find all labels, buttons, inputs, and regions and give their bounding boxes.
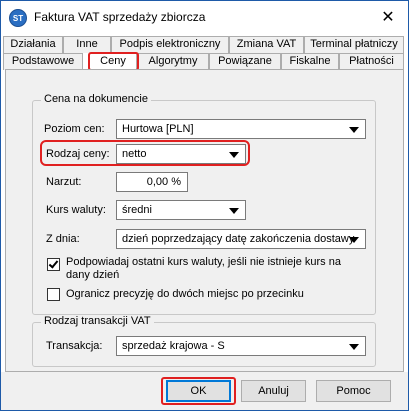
- tab-fiskalne[interactable]: Fiskalne: [281, 53, 339, 70]
- price-level-label: Poziom cen:: [44, 123, 105, 135]
- transaction-value: sprzedaż krajowa - S: [122, 340, 225, 352]
- tab-zmiana-vat[interactable]: Zmiana VAT: [229, 36, 304, 53]
- chevron-down-icon: [229, 152, 239, 158]
- vat-group-title: Rodzaj transakcji VAT: [41, 315, 154, 327]
- help-button[interactable]: Pomoc: [316, 380, 391, 402]
- tab-inne[interactable]: Inne: [63, 36, 111, 53]
- checkmark-icon: [48, 258, 59, 269]
- rate-select[interactable]: średni: [116, 200, 246, 220]
- dialog-window: ST Faktura VAT sprzedaży zbiorcza ✕ Dzia…: [0, 0, 409, 411]
- title-bar: ST Faktura VAT sprzedaży zbiorcza ✕: [1, 1, 408, 35]
- suggest-rate-label: Podpowiadaj ostatni kurs waluty, jeśli n…: [66, 256, 341, 281]
- tab-powiazane[interactable]: Powiązane: [209, 53, 281, 70]
- price-type-value: netto: [122, 148, 147, 160]
- tab-algorytmy[interactable]: Algorytmy: [137, 53, 209, 70]
- price-group-title: Cena na dokumencie: [41, 93, 151, 105]
- tab-platnosci[interactable]: Płatności: [339, 53, 404, 70]
- tab-terminal-platniczy[interactable]: Terminal płatniczy: [304, 36, 404, 53]
- tab-strip: Działania Inne Podpis elektroniczny Zmia…: [1, 35, 408, 71]
- suggest-rate-checkbox[interactable]: [47, 258, 60, 271]
- price-level-select[interactable]: Hurtowa [PLN]: [116, 119, 366, 139]
- price-type-label: Rodzaj ceny:: [46, 148, 110, 160]
- date-value: dzień poprzedzający datę zakończenia dos…: [122, 233, 355, 245]
- chevron-down-icon: [349, 127, 359, 133]
- ok-button[interactable]: OK: [166, 380, 231, 402]
- tab-podstawowe[interactable]: Podstawowe: [3, 53, 83, 70]
- rate-value: średni: [122, 204, 152, 216]
- chevron-down-icon: [229, 208, 239, 214]
- transaction-label: Transakcja:: [46, 340, 103, 352]
- chevron-down-icon: [349, 237, 359, 243]
- close-icon[interactable]: ✕: [378, 8, 398, 28]
- tab-podpis-elektroniczny[interactable]: Podpis elektroniczny: [111, 36, 229, 53]
- limit-precision-label: Ogranicz precyzję do dwóch miejsc po prz…: [66, 288, 304, 300]
- tab-dzialania[interactable]: Działania: [3, 36, 63, 53]
- chevron-down-icon: [349, 344, 359, 350]
- markup-field[interactable]: 0,00 %: [116, 172, 188, 192]
- date-label: Z dnia:: [46, 233, 80, 245]
- transaction-select[interactable]: sprzedaż krajowa - S: [116, 336, 366, 356]
- price-level-value: Hurtowa [PLN]: [122, 123, 194, 135]
- price-type-select[interactable]: netto: [116, 144, 246, 164]
- cancel-button[interactable]: Anuluj: [241, 380, 306, 402]
- date-select[interactable]: dzień poprzedzający datę zakończenia dos…: [116, 229, 366, 249]
- window-title: Faktura VAT sprzedaży zbiorcza: [34, 10, 206, 24]
- app-icon: ST: [9, 9, 27, 27]
- rate-label: Kurs waluty:: [46, 204, 106, 216]
- limit-precision-checkbox[interactable]: [47, 288, 60, 301]
- markup-label: Narzut:: [46, 176, 82, 188]
- dialog-footer: OK Anuluj Pomoc: [1, 372, 408, 410]
- tab-panel-ceny: Cena na dokumencie Poziom cen: Hurtowa […: [5, 69, 404, 372]
